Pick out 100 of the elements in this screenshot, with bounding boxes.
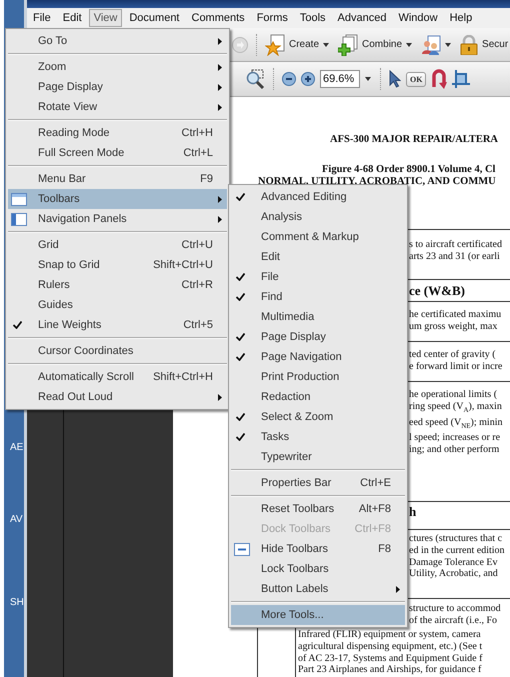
text-line: eed speed (V$_{NE}$); minin: [409, 416, 502, 432]
text-line: he operational limits (: [409, 389, 498, 401]
document-plus-icon: [338, 34, 358, 56]
menu-item[interactable]: Reading Mode Ctrl+H: [8, 123, 227, 143]
menu-item[interactable]: Multimedia: [231, 307, 405, 327]
menu-item[interactable]: Rotate View: [8, 97, 227, 117]
menu-item[interactable]: Page Display: [8, 77, 227, 97]
menu-item[interactable]: Menu Bar F9: [8, 169, 227, 189]
lock-icon: [460, 34, 478, 54]
shortcut-label: Ctrl+F8: [354, 523, 391, 535]
zoom-in-icon[interactable]: [301, 72, 315, 86]
shortcut-label: Shift+Ctrl+H: [152, 371, 213, 383]
caret-icon[interactable]: [406, 42, 412, 46]
menu-item[interactable]: Rulers Ctrl+R: [8, 275, 227, 295]
menu-item[interactable]: More Tools...: [231, 605, 405, 625]
menu-item[interactable]: Go To: [8, 31, 227, 51]
combine-button[interactable]: Combine: [338, 34, 412, 56]
text-line: l speed; increases or re: [409, 432, 500, 444]
shortcut-label: Ctrl+R: [180, 279, 213, 291]
window-icon: [11, 192, 27, 206]
menu-item[interactable]: Navigation Panels: [8, 209, 227, 229]
lock-button[interactable]: Secur: [460, 34, 508, 54]
menu-item[interactable]: Zoom: [8, 57, 227, 77]
caret-icon[interactable]: [323, 42, 330, 46]
menu-item[interactable]: Select & Zoom: [231, 407, 405, 427]
menu-item[interactable]: Tasks: [231, 427, 405, 447]
menu-item[interactable]: Toolbars: [8, 189, 227, 209]
document-star-icon: [265, 34, 285, 56]
menu-bar-item[interactable]: File: [28, 9, 56, 27]
menu-item[interactable]: Guides: [8, 295, 227, 315]
text-line: he certificated maximu: [409, 309, 502, 321]
document-title: AFS-300 MAJOR REPAIR/ALTERA: [330, 134, 498, 146]
section-heading: ce (W&B): [409, 285, 465, 297]
menu-bar-item[interactable]: Document: [124, 9, 184, 27]
menu-bar-item[interactable]: Comments: [186, 9, 250, 27]
zoom-out-icon[interactable]: [282, 72, 296, 86]
menu-item[interactable]: Read Out Loud: [8, 387, 227, 407]
menu-bar-item[interactable]: Advanced: [332, 9, 392, 27]
menu-bar-item[interactable]: Edit: [58, 9, 87, 27]
menu-bar-item[interactable]: Forms: [252, 9, 293, 27]
menu-item[interactable]: Edit: [231, 247, 405, 267]
menu-item[interactable]: Button Labels: [231, 579, 405, 599]
menu-item[interactable]: Snap to Grid Shift+Ctrl+U: [8, 255, 227, 275]
text-line: ed in the current edition: [409, 544, 505, 557]
menu-item[interactable]: Full Screen Mode Ctrl+L: [8, 143, 227, 163]
menu-item[interactable]: File: [231, 267, 405, 287]
shortcut-label: Ctrl+L: [182, 147, 213, 159]
menu-bar-item[interactable]: Tools: [294, 9, 331, 27]
menu-item[interactable]: Reset Toolbars Alt+F8: [231, 499, 405, 519]
text-line: Part 23 Airplanes and Airships, for guidance f: [298, 664, 482, 676]
caret-icon[interactable]: [365, 77, 371, 81]
pointer-icon[interactable]: [389, 70, 401, 88]
menu-item[interactable]: Properties Bar Ctrl+E: [231, 473, 405, 493]
shortcut-label: Ctrl+E: [359, 477, 391, 489]
zoom-field[interactable]: 69.6%: [320, 70, 360, 88]
menu-item[interactable]: Lock Toolbars: [231, 559, 405, 579]
window-minus-icon: [234, 542, 250, 556]
text-line: Damage Tolerance Ev: [409, 556, 498, 568]
shortcut-label: Ctrl+U: [180, 239, 213, 251]
ok-button[interactable]: OK: [406, 72, 426, 86]
text-line: of AC 23-17, Systems and Equipment Guide f: [298, 652, 482, 664]
shortcut-label: Ctrl+5: [182, 319, 213, 331]
shortcut-label: F8: [377, 543, 391, 555]
menu-item[interactable]: Analysis: [231, 207, 405, 227]
menu-item[interactable]: Typewriter: [231, 447, 405, 467]
menu-item[interactable]: Comment & Markup: [231, 227, 405, 247]
shortcut-label: Ctrl+H: [180, 127, 213, 139]
text-line: e forward limit or incre: [409, 360, 502, 373]
section-heading: h: [409, 506, 416, 518]
menu-item[interactable]: Advanced Editing: [231, 187, 405, 207]
magnifier-icon[interactable]: [245, 69, 265, 89]
table-heading: NORMAL, UTILITY, ACROBATIC, AND COMMU: [258, 176, 496, 188]
figure-caption: Figure 4-68 Order 8900.1 Volume 4, Cl: [322, 164, 496, 176]
text-line: of the aircraft (i.e., Fo: [409, 614, 498, 627]
menu-bar-item[interactable]: Window: [393, 9, 443, 27]
text-line: Utility, Acrobatic, and: [409, 568, 498, 580]
menu-item[interactable]: Page Display: [231, 327, 405, 347]
create-button[interactable]: Create: [265, 34, 330, 56]
menu-item[interactable]: Grid Ctrl+U: [8, 235, 227, 255]
menu-item[interactable]: Page Navigation: [231, 347, 405, 367]
menu-item[interactable]: Hide Toolbars F8: [231, 539, 405, 559]
menu-item[interactable]: Find: [231, 287, 405, 307]
menu-item[interactable]: Line Weights Ctrl+5: [8, 315, 227, 335]
text-line: ctures (structures that c: [409, 533, 502, 545]
side-tab[interactable]: SH: [4, 597, 24, 609]
menu-item[interactable]: Automatically Scroll Shift+Ctrl+H: [8, 367, 227, 387]
u-turn-icon[interactable]: [431, 69, 448, 89]
menu-item[interactable]: Print Production: [231, 367, 405, 387]
menu-bar-item[interactable]: Help: [444, 9, 478, 27]
side-tab[interactable]: AE: [4, 442, 24, 454]
crop-icon[interactable]: [452, 70, 470, 88]
menu-item[interactable]: Cursor Coordinates: [8, 341, 227, 361]
side-tab[interactable]: AV: [4, 514, 23, 526]
text-line: um gross weight, max: [409, 320, 498, 333]
menu-bar-item[interactable]: View: [88, 9, 122, 27]
menu-item[interactable]: Redaction: [231, 387, 405, 407]
text-line: structure to accommod: [409, 603, 501, 615]
people-button[interactable]: [421, 34, 452, 54]
caret-icon[interactable]: [445, 42, 452, 46]
text-line: s to aircraft certificated: [409, 239, 502, 251]
